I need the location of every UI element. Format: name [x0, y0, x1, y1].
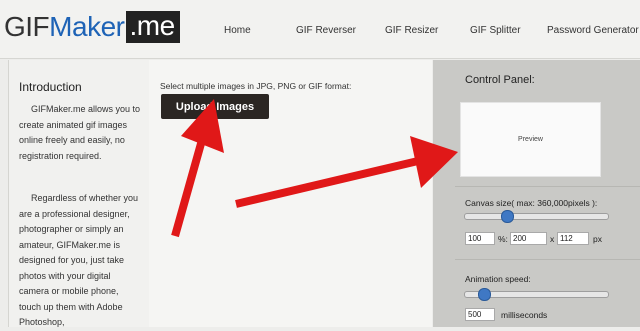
- arrow-to-preview-icon: [235, 136, 458, 208]
- arrow-to-upload-icon: [171, 99, 224, 238]
- annotation-arrows: [171, 99, 458, 238]
